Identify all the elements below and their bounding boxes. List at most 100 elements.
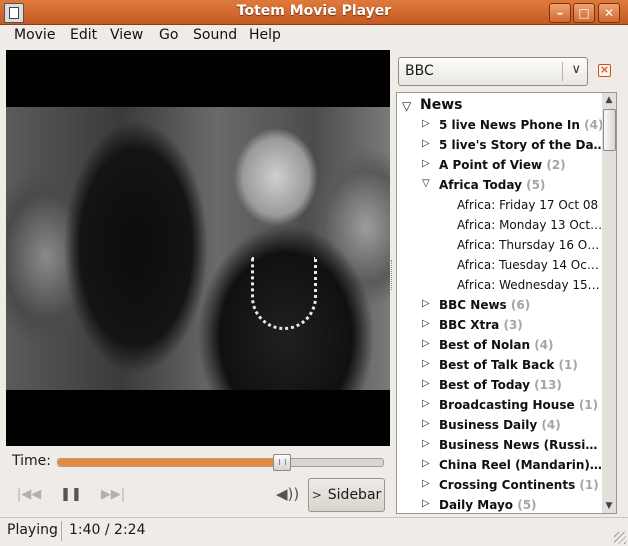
tree-item-count: (5)	[526, 178, 546, 192]
video-detail	[251, 257, 317, 330]
tree-item-count: (1)	[579, 478, 599, 492]
collapsed-triangle-icon[interactable]: ▷	[422, 158, 430, 169]
volume-icon[interactable]: ◀))	[276, 485, 299, 505]
pause-button[interactable]: ❚❚	[56, 482, 86, 508]
tree-item-label: Africa: Monday 13 Oct…	[457, 218, 603, 232]
collapsed-triangle-icon[interactable]: ▷	[422, 458, 430, 469]
playback-state: Playing	[7, 522, 58, 538]
episode-item[interactable]: Africa: Monday 13 Oct…	[397, 215, 603, 235]
previous-chapter-button[interactable]: |◀◀	[14, 482, 44, 508]
menu-go[interactable]: Go	[159, 27, 178, 43]
feed-item[interactable]: ▽ Africa Today (5)	[397, 175, 603, 195]
tree-item-count: (6)	[510, 298, 531, 312]
menu-movie[interactable]: Movie	[14, 27, 55, 43]
feed-item[interactable]: ▷ Best of Nolan (4)	[397, 335, 603, 355]
tree-item-label: Africa: Friday 17 Oct 08	[457, 198, 599, 212]
scrollbar-thumb[interactable]	[603, 109, 616, 151]
resize-grip-icon[interactable]	[614, 532, 626, 544]
tree-item-label: Best of Nolan	[439, 338, 531, 352]
collapsed-triangle-icon[interactable]: ▷	[422, 398, 430, 409]
tree-item-label: 5 live's Story of the Da…	[439, 138, 603, 152]
tree-item-count: (5)	[517, 498, 537, 512]
next-chapter-button[interactable]: ▶▶|	[98, 482, 128, 508]
time-label: Time:	[12, 453, 51, 469]
feed-item[interactable]: ▷ Daily Mayo (5)	[397, 495, 603, 513]
tree-item-label: Africa: Tuesday 14 Oc…	[457, 258, 599, 272]
tree-item-label: Business Daily	[439, 418, 538, 432]
tree-item-label: China Reel (Mandarin)…	[439, 458, 602, 472]
tree-item-count: (4)	[584, 118, 603, 132]
seek-slider[interactable]	[57, 454, 384, 471]
totem-window: Totem Movie Player – □ ✕ Movie Edit View…	[0, 0, 628, 545]
feed-item[interactable]: ▷ Business Daily (4)	[397, 415, 603, 435]
episode-item[interactable]: Africa: Tuesday 14 Oc…	[397, 255, 603, 275]
feed-item[interactable]: ▷ A Point of View (2)	[397, 155, 603, 175]
feed-item[interactable]: ▷ China Reel (Mandarin)…	[397, 455, 603, 475]
tree-item-label: A Point of View	[439, 158, 543, 172]
collapsed-triangle-icon[interactable]: ▷	[422, 298, 430, 309]
tree-item-label: Africa: Thursday 16 O…	[457, 238, 600, 252]
tree-item-count: (4)	[541, 418, 561, 432]
expanded-triangle-icon[interactable]: ▽	[422, 178, 430, 189]
feed-item[interactable]: ▷ Crossing Continents (1)	[397, 475, 603, 495]
sidebar-toggle-button[interactable]: > Sidebar	[308, 478, 385, 512]
tree-scrollbar[interactable]: ▲ ▼	[602, 92, 617, 514]
tree-item-label: Africa Today	[439, 178, 522, 192]
episode-item[interactable]: Africa: Wednesday 15…	[397, 275, 603, 295]
video-area[interactable]	[6, 50, 390, 446]
feed-item[interactable]: ▷ BBC Xtra (3)	[397, 315, 603, 335]
episode-item[interactable]: Africa: Friday 17 Oct 08	[397, 195, 603, 215]
scroll-down-icon[interactable]: ▼	[602, 499, 616, 513]
tree-item-count: (13)	[534, 378, 562, 392]
tree-item-label: News	[420, 97, 463, 113]
category-item[interactable]: ▽ News	[397, 95, 603, 115]
tree-item-label: Best of Talk Back	[439, 358, 555, 372]
feed-item[interactable]: ▷ 5 live News Phone In (4)	[397, 115, 603, 135]
source-combobox-value: BBC	[405, 63, 434, 79]
feed-item[interactable]: ▷ BBC News (6)	[397, 295, 603, 315]
scroll-up-icon[interactable]: ▲	[602, 93, 616, 107]
feed-item[interactable]: ▷ 5 live's Story of the Da…	[397, 135, 603, 155]
collapsed-triangle-icon[interactable]: ▷	[422, 498, 430, 509]
collapsed-triangle-icon[interactable]: ▷	[422, 118, 430, 129]
maximize-button[interactable]: □	[573, 3, 595, 23]
menu-view[interactable]: View	[110, 27, 143, 43]
feed-item[interactable]: ▷ Best of Today (13)	[397, 375, 603, 395]
tree-item-count: (3)	[503, 318, 523, 332]
seek-slider-fill	[58, 459, 281, 466]
source-combobox[interactable]: BBC ∨	[398, 57, 588, 86]
menu-bar: Movie Edit View Go Sound Help	[0, 25, 628, 47]
collapsed-triangle-icon[interactable]: ▷	[422, 338, 430, 349]
tree-item-label: BBC Xtra	[439, 318, 500, 332]
seek-slider-handle[interactable]	[272, 454, 291, 471]
tree-item-label: 5 live News Phone In	[439, 118, 580, 132]
collapsed-triangle-icon[interactable]: ▷	[422, 418, 430, 429]
collapsed-triangle-icon[interactable]: ▷	[422, 318, 430, 329]
video-frame	[6, 107, 390, 390]
title-bar[interactable]: Totem Movie Player – □ ✕	[0, 0, 628, 25]
collapsed-triangle-icon[interactable]: ▷	[422, 138, 430, 149]
close-button[interactable]: ✕	[598, 3, 620, 23]
menu-sound[interactable]: Sound	[193, 27, 237, 43]
close-sidebar-icon[interactable]: ×	[598, 64, 611, 77]
feed-item[interactable]: ▷ Business News (Russi…	[397, 435, 603, 455]
tree-item-label: Crossing Continents	[439, 478, 576, 492]
status-divider	[61, 521, 62, 541]
sidebar-button-label: Sidebar	[327, 487, 382, 503]
collapsed-triangle-icon[interactable]: ▷	[422, 478, 430, 489]
menu-help[interactable]: Help	[249, 27, 281, 43]
tree-item-count: (1)	[558, 358, 578, 372]
feed-item[interactable]: ▷ Broadcasting House (1)	[397, 395, 603, 415]
expanded-triangle-icon[interactable]: ▽	[402, 99, 411, 113]
minimize-button[interactable]: –	[549, 3, 571, 23]
tree-item-count: (1)	[578, 398, 599, 412]
menu-edit[interactable]: Edit	[70, 27, 97, 43]
feed-item[interactable]: ▷ Best of Talk Back (1)	[397, 355, 603, 375]
collapsed-triangle-icon[interactable]: ▷	[422, 438, 430, 449]
podcast-tree[interactable]: ▽ News ▷ 5 live News Phone In (4) ▷ 5 live's …	[396, 92, 604, 514]
episode-item[interactable]: Africa: Thursday 16 O…	[397, 235, 603, 255]
tree-item-count: (2)	[546, 158, 566, 172]
tree-item-label: Best of Today	[439, 378, 530, 392]
collapsed-triangle-icon[interactable]: ▷	[422, 378, 430, 389]
collapsed-triangle-icon[interactable]: ▷	[422, 358, 430, 369]
